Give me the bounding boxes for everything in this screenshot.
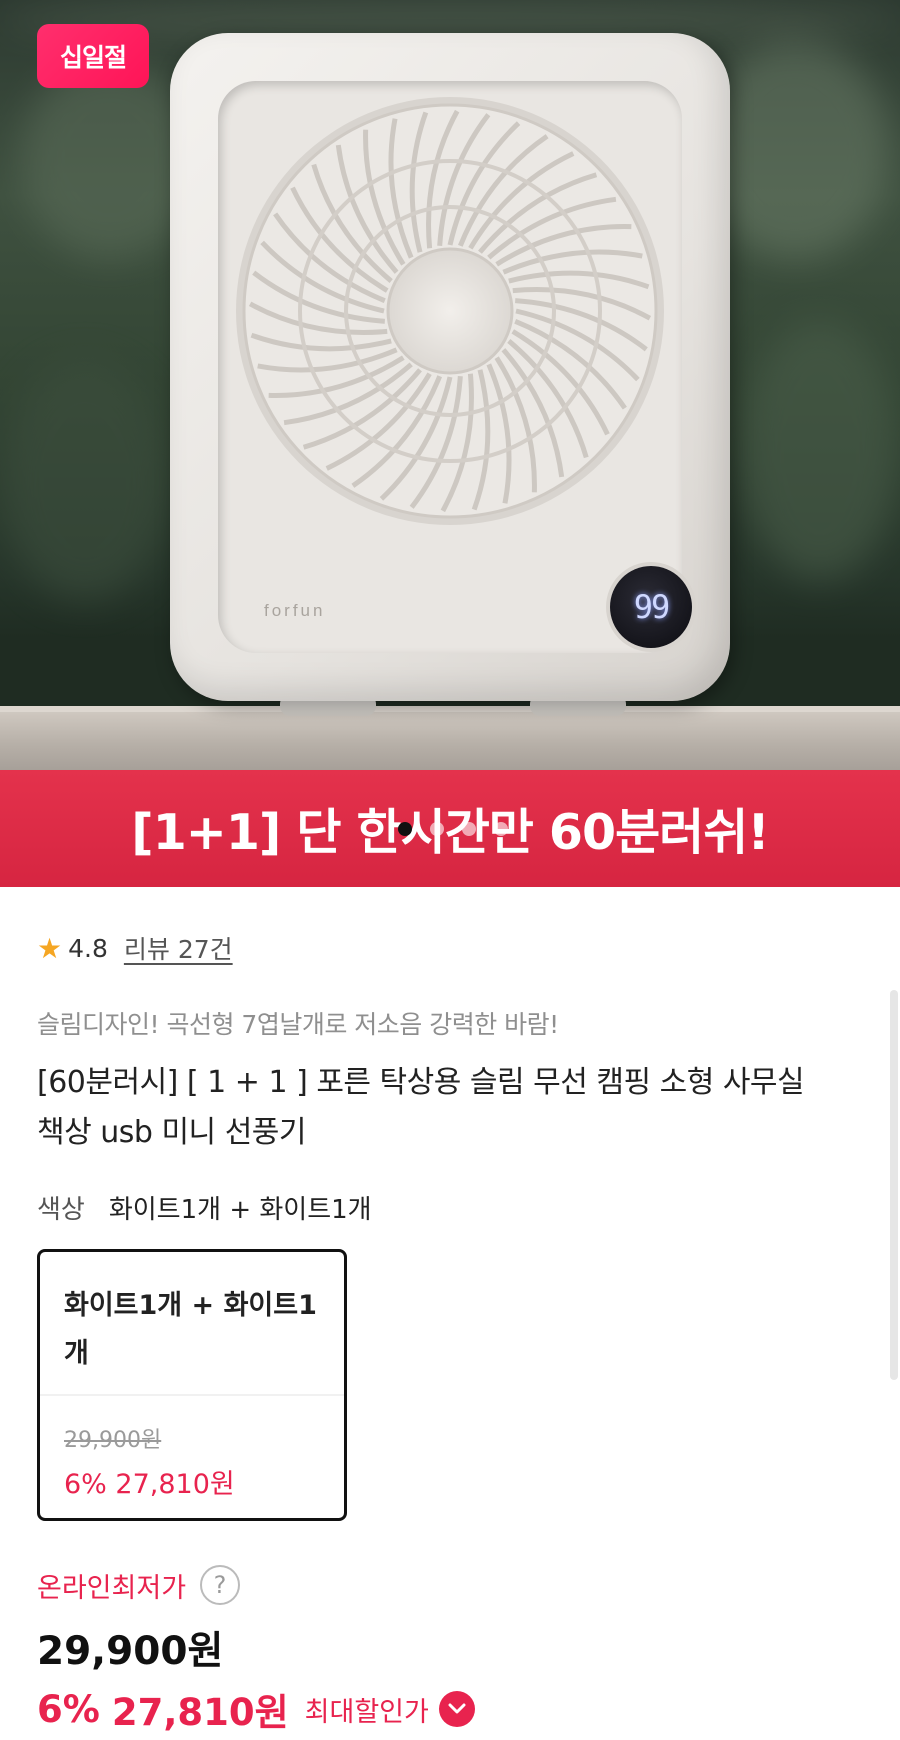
carousel-dot[interactable]	[398, 822, 412, 836]
rating-row: ★ 4.8 리뷰 27건	[37, 930, 233, 966]
option-card-selected[interactable]: 화이트1개 + 화이트1개 29,900원 6% 27,810원	[37, 1249, 347, 1521]
lowest-price-label: 온라인최저가	[37, 1572, 187, 1604]
carousel-dot[interactable]	[494, 822, 508, 836]
product-title: [60분러시] [ 1 + 1 ] 포른 탁상용 슬림 무선 캠핑 소형 사무실…	[37, 1065, 805, 1150]
fan-brand-logo: forfun	[264, 601, 326, 620]
fan-blades-graphic	[236, 97, 664, 525]
color-value: 화이트1개 + 화이트1개	[108, 1195, 372, 1225]
star-icon: ★	[37, 931, 63, 965]
option-name: 화이트1개 + 화이트1개	[64, 1290, 317, 1369]
carousel-dot[interactable]	[430, 822, 444, 836]
fan-led-display: 99	[610, 566, 692, 648]
help-icon[interactable]: ?	[200, 1565, 241, 1605]
option-original-price: 29,900원	[64, 1428, 162, 1453]
option-sale-price: 6% 27,810원	[64, 1469, 235, 1500]
color-option-row: 색상 화이트1개 + 화이트1개	[37, 1189, 372, 1226]
review-count-link[interactable]: 리뷰 27건	[124, 930, 233, 966]
discount-percent: 6%	[37, 1687, 100, 1731]
product-subtitle: 슬림디자인! 곡선형 7엽날개로 저소음 강력한 바람!	[37, 1010, 559, 1039]
event-badge: 십일절	[37, 24, 149, 88]
max-discount-label[interactable]: 최대할인가	[305, 1690, 429, 1729]
sale-price: 27,810원	[111, 1691, 289, 1734]
rating-score: 4.8	[68, 933, 108, 963]
sale-price-row: 6% 27,810원 최대할인가	[37, 1682, 475, 1736]
chevron-down-icon[interactable]	[438, 1691, 475, 1727]
fan-product-image: forfun 99	[170, 33, 730, 701]
original-price: 29,900원	[37, 1629, 224, 1674]
scrollbar[interactable]	[890, 990, 898, 1380]
product-image-carousel[interactable]: forfun 99 십일절 [1+1] 단 한시간만 60분러쉬!	[0, 0, 900, 887]
color-label: 색상	[37, 1195, 85, 1225]
carousel-indicator[interactable]	[398, 822, 508, 836]
carousel-dot[interactable]	[462, 822, 476, 836]
lowest-price-label-row: 온라인최저가 ?	[37, 1565, 241, 1605]
